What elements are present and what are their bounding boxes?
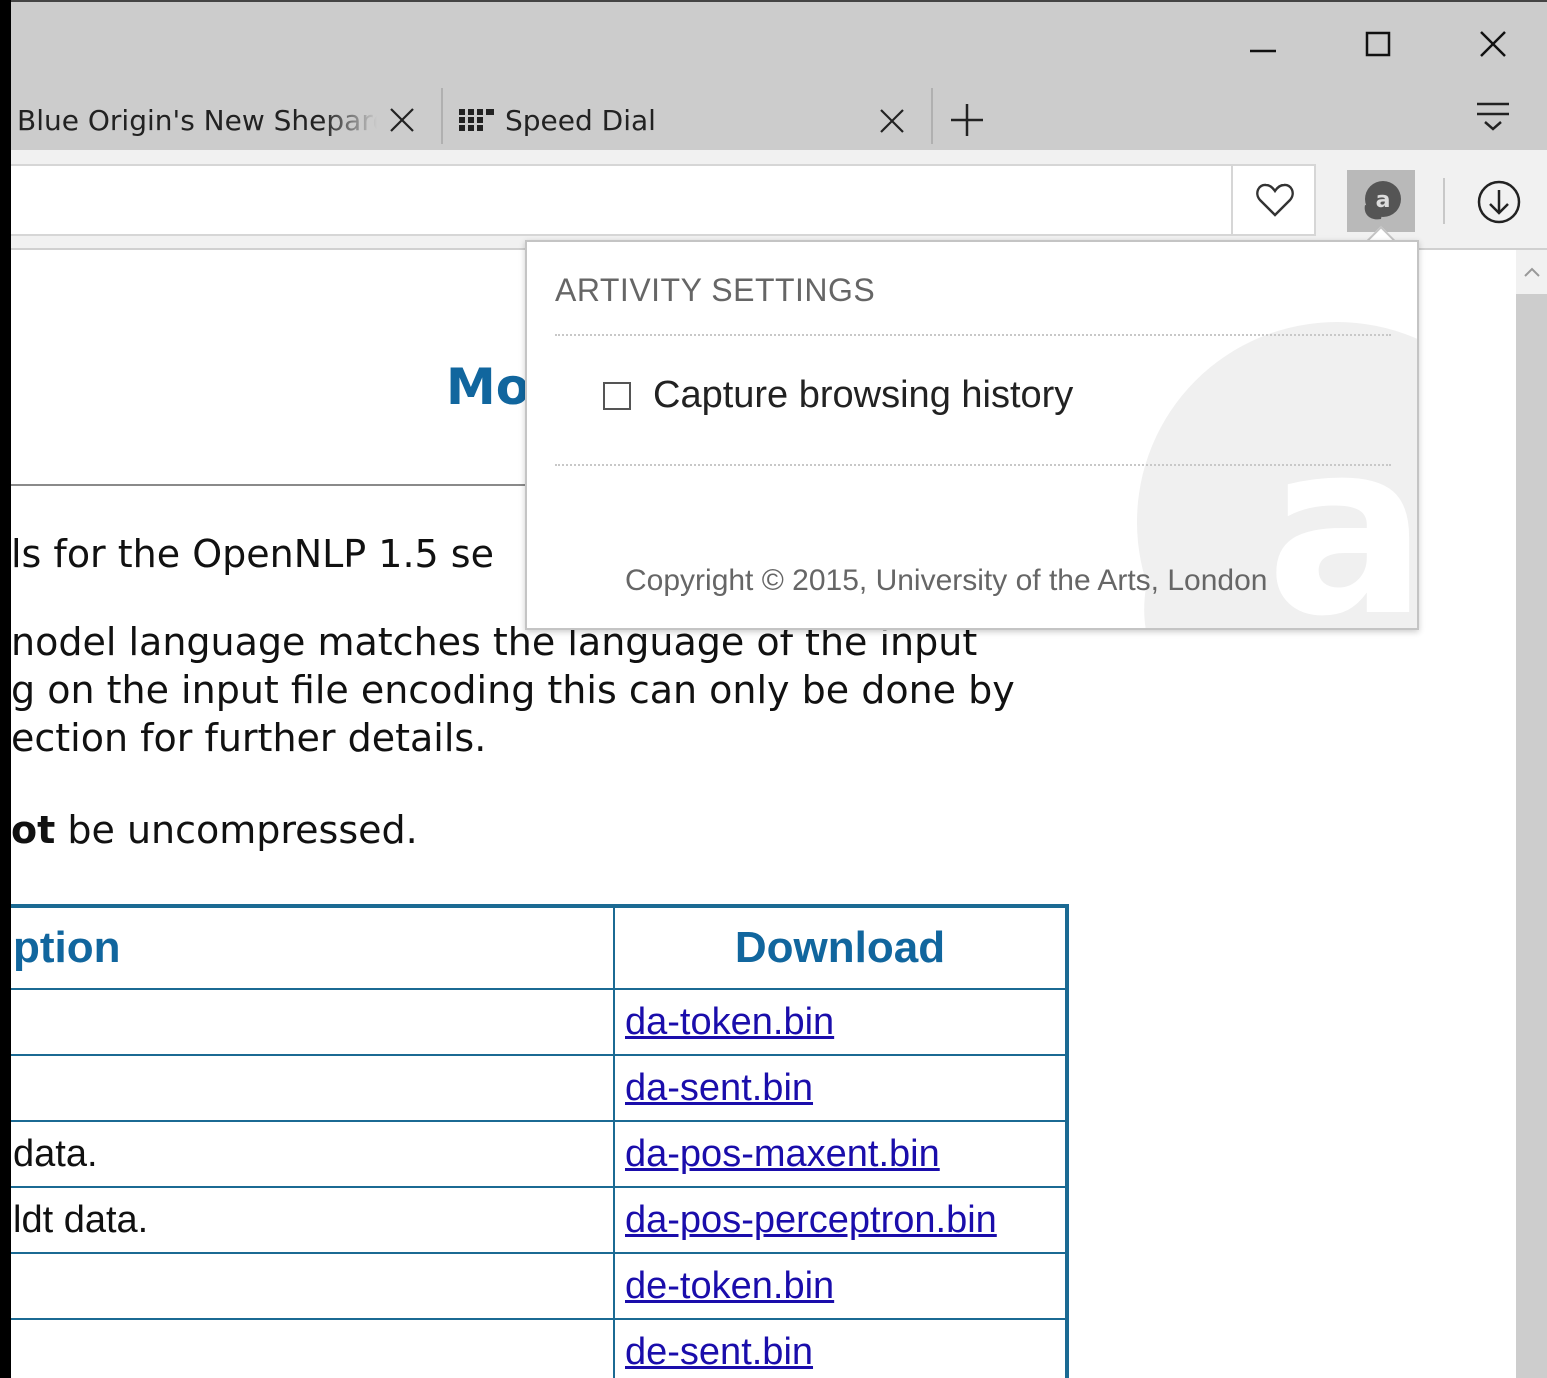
intro-paragraph: ls for the OpenNLP 1.5 se xyxy=(11,532,494,576)
capture-history-checkbox[interactable] xyxy=(603,381,631,410)
download-cell: da-token.bin xyxy=(613,988,1068,1056)
page-heading: Mo xyxy=(446,358,531,416)
maximize-button[interactable] xyxy=(1348,20,1408,68)
address-field[interactable] xyxy=(11,164,1316,236)
title-bar: Blue Origin's New Shepard Speed Dial xyxy=(11,0,1547,150)
tab-close-icon[interactable] xyxy=(387,105,417,135)
bookmark-button[interactable] xyxy=(1231,164,1317,236)
download-link[interactable]: de-token.bin xyxy=(625,1265,834,1307)
toolbar-separator xyxy=(1443,178,1445,224)
speed-dial-icon xyxy=(459,109,494,131)
popup-title: ARTIVITY SETTINGS xyxy=(555,272,876,308)
address-toolbar: a xyxy=(11,150,1547,250)
capture-history-option[interactable]: Capture browsing history xyxy=(603,374,1073,417)
download-cell: da-sent.bin xyxy=(613,1054,1068,1122)
tab-list-icon xyxy=(1477,102,1509,131)
table-row: de-sent.bin xyxy=(11,1318,1068,1378)
download-link[interactable]: da-token.bin xyxy=(625,1001,834,1043)
tab-speed-dial[interactable]: Speed Dial xyxy=(459,94,929,146)
language-paragraph-line: g on the input file encoding this can on… xyxy=(11,668,1015,712)
new-tab-button[interactable] xyxy=(949,102,985,142)
scroll-up-button[interactable] xyxy=(1516,250,1547,294)
tab-separator xyxy=(441,88,443,144)
language-paragraph-line: ection for further details. xyxy=(11,716,487,760)
model-description xyxy=(11,1054,615,1122)
compression-note-bold: ot xyxy=(11,808,56,852)
table-row: da-token.bin xyxy=(11,988,1068,1056)
download-icon xyxy=(1477,180,1521,224)
close-window-button[interactable] xyxy=(1463,20,1523,68)
artivity-settings-popup: a ARTIVITY SETTINGS Capture browsing his… xyxy=(525,240,1419,630)
table-header-row: ption Download xyxy=(11,905,1068,990)
model-description xyxy=(11,988,615,1056)
divider xyxy=(555,334,1391,336)
model-description: ldt data. xyxy=(11,1186,615,1254)
download-cell: de-token.bin xyxy=(613,1252,1068,1320)
download-cell: da-pos-maxent.bin xyxy=(613,1120,1068,1188)
tab-separator xyxy=(931,88,933,144)
tab-title: Speed Dial xyxy=(505,103,656,137)
plus-icon xyxy=(951,104,983,136)
table-row: de-token.bin xyxy=(11,1252,1068,1320)
tab-menu-button[interactable] xyxy=(1475,98,1511,138)
downloads-button[interactable] xyxy=(1471,176,1527,228)
compression-note-text: be uncompressed. xyxy=(55,808,418,852)
heart-icon xyxy=(1256,183,1294,217)
download-link[interactable]: de-sent.bin xyxy=(625,1331,813,1373)
table-row: data. da-pos-maxent.bin xyxy=(11,1120,1068,1188)
artivity-icon: a xyxy=(1364,181,1401,220)
download-link[interactable]: da-pos-perceptron.bin xyxy=(625,1199,997,1241)
vertical-scrollbar[interactable] xyxy=(1516,250,1547,1378)
capture-history-label[interactable]: Capture browsing history xyxy=(653,374,1073,417)
divider xyxy=(555,464,1391,466)
copyright-text: Copyright © 2015, University of the Arts… xyxy=(625,564,1268,597)
chevron-up-icon xyxy=(1523,267,1540,277)
tab-close-button[interactable] xyxy=(877,106,907,140)
minimize-icon xyxy=(1250,49,1276,53)
model-description xyxy=(11,1252,615,1320)
svg-text:a: a xyxy=(1376,188,1391,213)
svg-text:a: a xyxy=(1266,389,1419,630)
download-header: Download xyxy=(613,905,1068,990)
artivity-extension-button[interactable]: a xyxy=(1347,170,1415,232)
tab-blue-origin[interactable]: Blue Origin's New Shepard xyxy=(17,94,427,146)
download-link[interactable]: da-pos-maxent.bin xyxy=(625,1133,940,1175)
model-description xyxy=(11,1318,615,1378)
table-row: ldt data. da-pos-perceptron.bin xyxy=(11,1186,1068,1254)
compression-note: ot be uncompressed. xyxy=(11,806,418,854)
description-header: ption xyxy=(11,905,615,990)
maximize-icon xyxy=(1365,31,1391,57)
model-description: data. xyxy=(11,1120,615,1188)
tab-title: Blue Origin's New Shepard xyxy=(17,103,377,137)
table-row: da-sent.bin xyxy=(11,1054,1068,1122)
minimize-button[interactable] xyxy=(1233,20,1293,68)
download-cell: da-pos-perceptron.bin xyxy=(613,1186,1068,1254)
tab-close-icon xyxy=(880,109,904,133)
models-table: ption Download da-token.bin da-sent.bin … xyxy=(11,904,1069,1378)
close-icon xyxy=(1480,31,1506,57)
download-link[interactable]: da-sent.bin xyxy=(625,1067,813,1109)
download-cell: de-sent.bin xyxy=(613,1318,1068,1378)
browser-window: Blue Origin's New Shepard Speed Dial a M… xyxy=(11,0,1547,1378)
